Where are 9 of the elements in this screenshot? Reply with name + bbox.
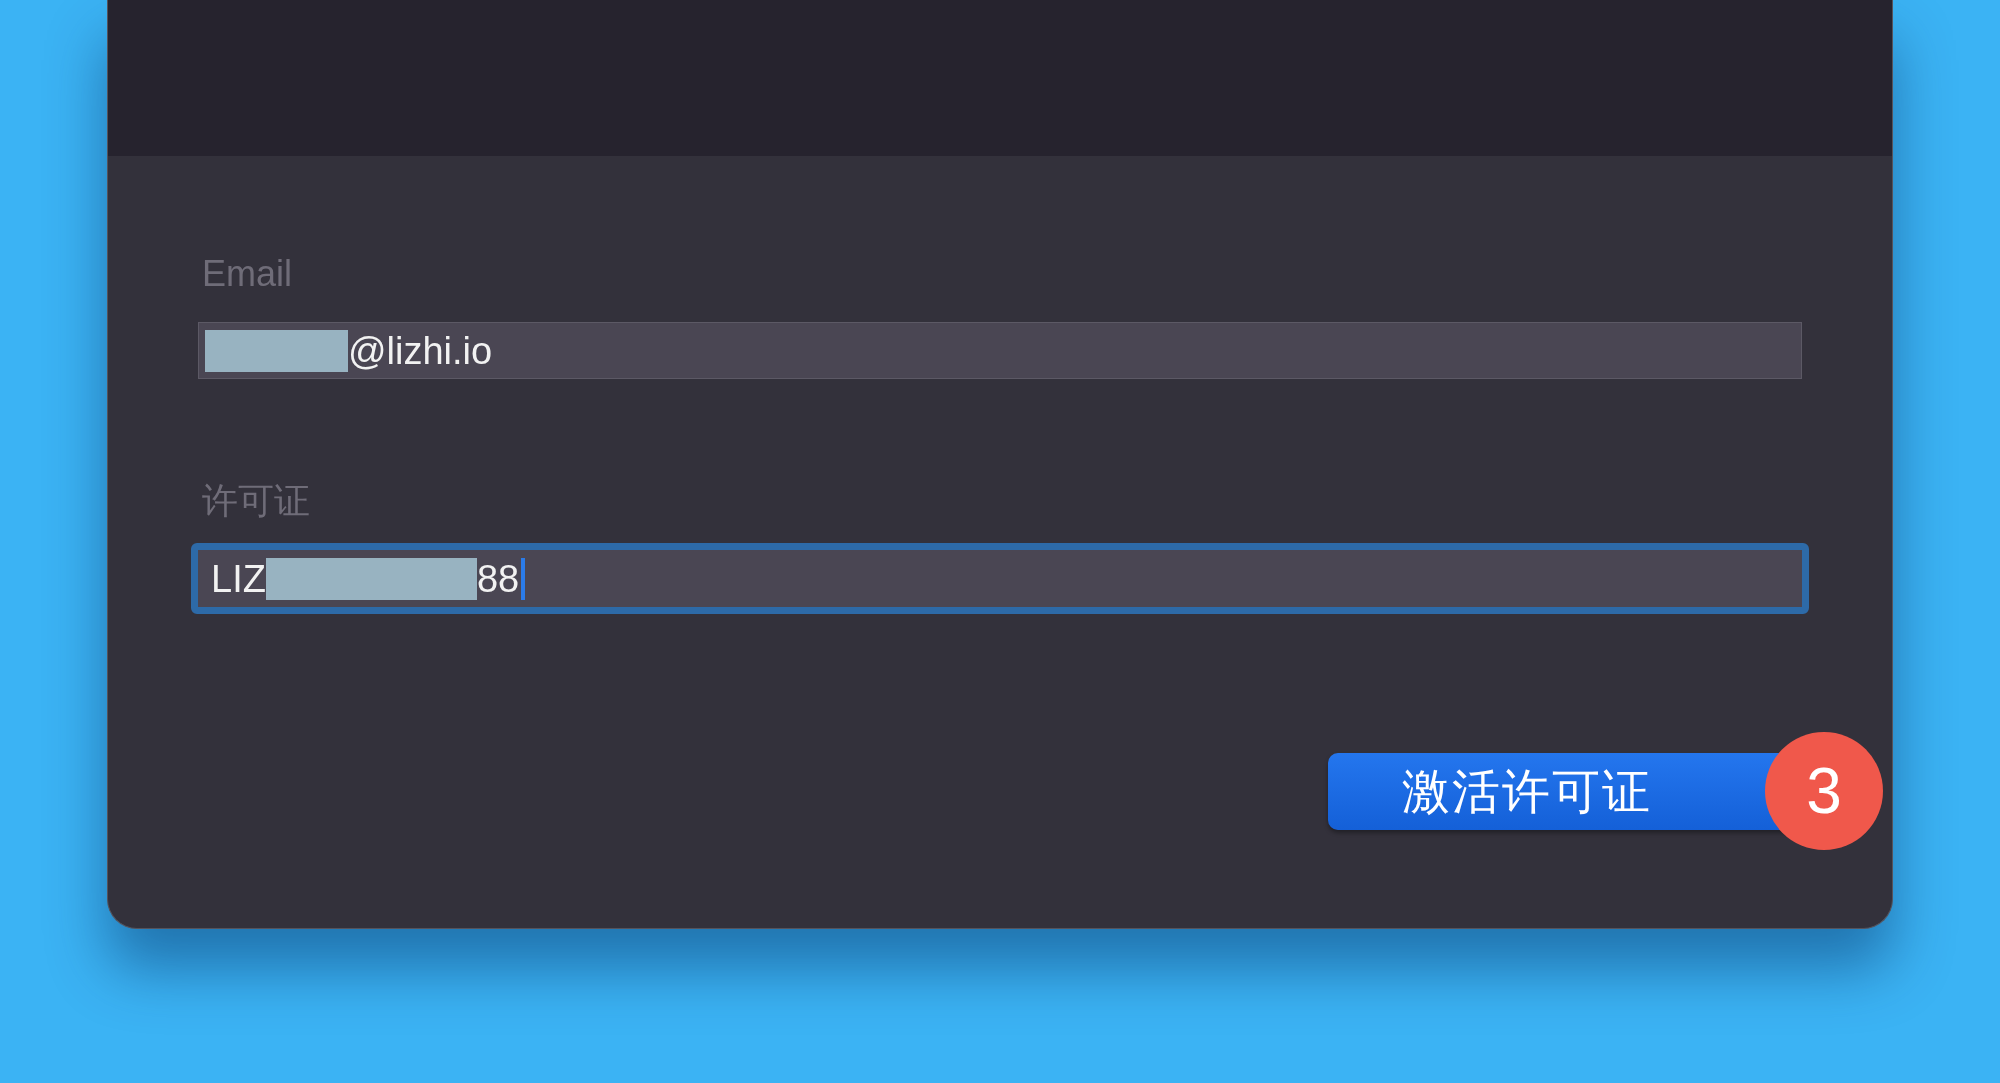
- license-value-start: LIZ: [211, 559, 266, 598]
- email-field[interactable]: @lizhi.io: [198, 322, 1802, 379]
- license-field[interactable]: LIZ 88: [191, 543, 1809, 614]
- step-badge: 3: [1765, 732, 1883, 850]
- email-value: @lizhi.io: [348, 331, 493, 370]
- text-cursor: [521, 557, 526, 600]
- email-label: Email: [202, 252, 294, 296]
- license-label: 许可证: [202, 479, 311, 523]
- license-value-end: 88: [476, 559, 520, 598]
